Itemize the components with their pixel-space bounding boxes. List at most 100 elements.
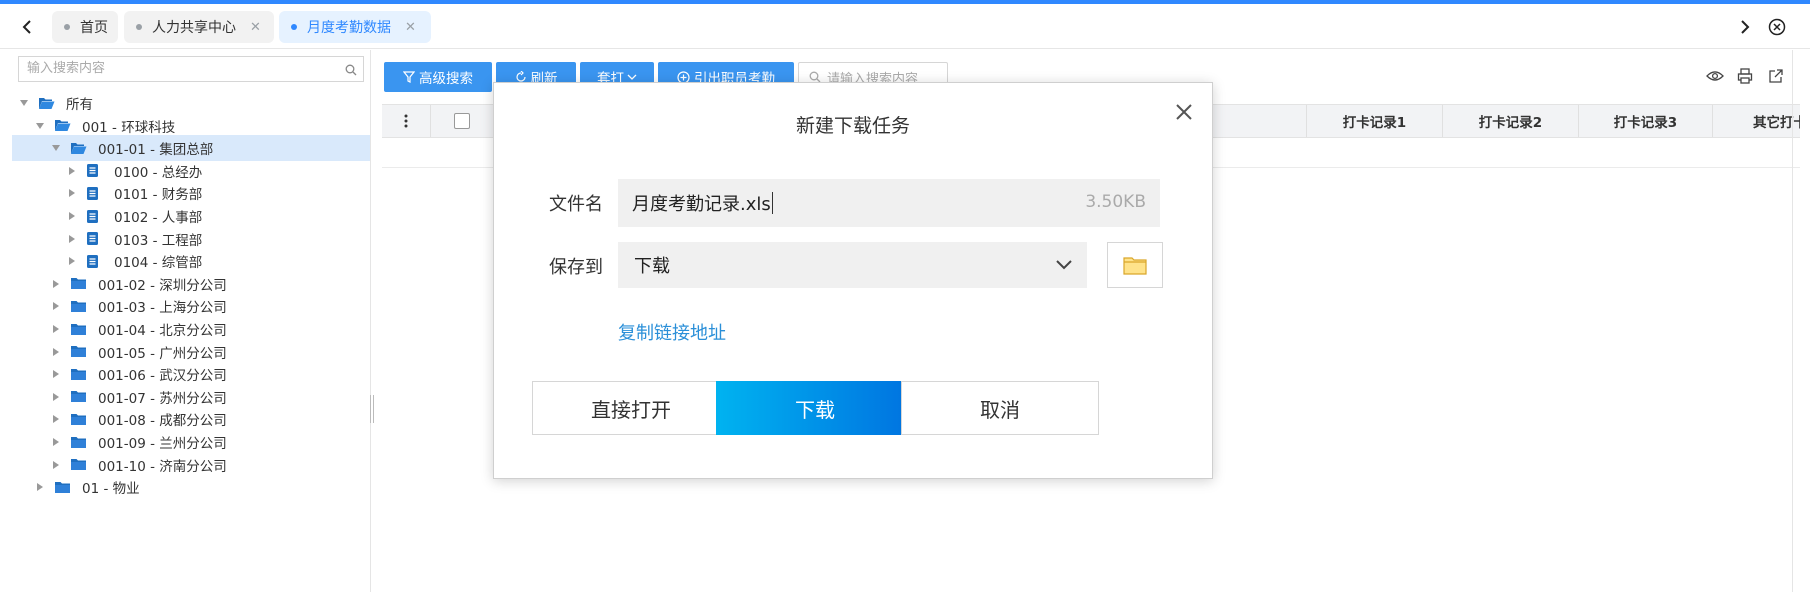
folder-icon (70, 322, 88, 336)
download-task-dialog: 新建下载任务 文件名 月度考勤记录.xls 3.50KB 保存到 下载 复制链接… (493, 82, 1213, 479)
tab-label: 人力共享中心 (152, 20, 236, 36)
folder-icon (70, 299, 88, 313)
caret-right-icon[interactable] (66, 165, 78, 177)
filename-label: 文件名 (549, 194, 603, 215)
tab-dot (136, 24, 142, 30)
tab-scroll-right-icon[interactable] (1732, 10, 1758, 44)
folder-icon (70, 277, 88, 291)
tree-node-label: 001-04 - 北京分公司 (98, 323, 227, 339)
column-header-other-punch[interactable]: 其它打卡 (1712, 105, 1800, 137)
content-border (1792, 50, 1793, 592)
folder-icon (1123, 257, 1147, 275)
tree-node[interactable]: 01 - 物业 (12, 474, 370, 500)
export-icon[interactable] (1768, 68, 1784, 88)
panel-splitter[interactable] (370, 395, 374, 423)
tree-node-label: 001-08 - 成都分公司 (98, 413, 227, 430)
caret-right-icon[interactable] (50, 436, 62, 448)
tree-node-label: 0100 - 总经办 (114, 164, 203, 181)
tab-monthly-attendance[interactable]: 月度考勤数据 ✕ (279, 11, 431, 43)
caret-right-icon[interactable] (50, 300, 62, 312)
caret-right-icon[interactable] (50, 346, 62, 358)
advanced-search-label: 高级搜索 (419, 71, 473, 87)
filename-value: 月度考勤记录.xls (632, 194, 771, 215)
caret-right-icon[interactable] (66, 233, 78, 245)
caret-right-icon[interactable] (50, 368, 62, 380)
caret-right-icon[interactable] (50, 278, 62, 290)
tab-label: 月度考勤数据 (307, 20, 391, 36)
caret-right-icon[interactable] (50, 459, 62, 471)
caret-down-icon[interactable] (50, 142, 62, 154)
tree-node-label: 001 - 环球科技 (82, 119, 176, 136)
search-icon[interactable] (345, 61, 357, 80)
download-button[interactable]: 下载 (716, 381, 914, 435)
document-icon (86, 164, 104, 178)
filename-field[interactable]: 月度考勤记录.xls 3.50KB (618, 179, 1160, 227)
folder-open-icon (70, 141, 88, 155)
caret-down-icon[interactable] (34, 120, 46, 132)
caret-down-icon[interactable] (18, 97, 30, 109)
caret-right-icon[interactable] (66, 255, 78, 267)
caret-right-icon[interactable] (66, 210, 78, 222)
saveto-select[interactable]: 下载 (618, 242, 1087, 288)
tab-home[interactable]: 首页 (52, 11, 118, 43)
select-all-checkbox[interactable] (430, 105, 492, 137)
eye-icon[interactable] (1706, 68, 1724, 87)
column-header-punch3[interactable]: 打卡记录3 (1578, 105, 1712, 137)
caret-right-icon[interactable] (50, 413, 62, 425)
tree-node-label: 001-07 - 苏州分公司 (98, 390, 227, 407)
tree-node-label: 001-03 - 上海分公司 (98, 300, 227, 317)
advanced-search-button[interactable]: 高级搜索 (384, 62, 492, 92)
org-tree-panel: 输入搜索内容 所有 001 - 环球科技 001-01 - 集团总部 0100 - 总… (12, 50, 371, 592)
tree-node-label: 所有 (66, 97, 93, 113)
folder-open-icon (38, 96, 56, 110)
browse-folder-button[interactable] (1107, 242, 1163, 288)
tree-node-label: 001-01 - 集团总部 (98, 142, 214, 159)
copy-link-address[interactable]: 复制链接地址 (618, 319, 726, 345)
tab-bar: 首页 人力共享中心 ✕ 月度考勤数据 ✕ (0, 4, 1810, 49)
tree-node-label: 001-06 - 武汉分公司 (98, 368, 227, 385)
caret-right-icon[interactable] (34, 481, 46, 493)
document-icon (86, 254, 104, 268)
caret-right-icon[interactable] (66, 187, 78, 199)
tab-dot (64, 24, 70, 30)
tab-dot (291, 24, 297, 30)
open-directly-button[interactable]: 直接打开 (532, 381, 730, 435)
document-icon (86, 209, 104, 223)
folder-icon (70, 458, 88, 472)
column-header-punch2[interactable]: 打卡记录2 (1442, 105, 1578, 137)
tab-close-icon[interactable]: ✕ (250, 20, 261, 35)
cancel-button[interactable]: 取消 (901, 381, 1099, 435)
tree-search-input[interactable]: 输入搜索内容 (18, 56, 364, 82)
caret-right-icon[interactable] (50, 391, 62, 403)
tree-node-label: 0103 - 工程部 (114, 232, 203, 249)
tab-close-icon[interactable]: ✕ (405, 20, 416, 35)
tree-node-label: 0104 - 综管部 (114, 255, 203, 272)
file-size: 3.50KB (1085, 192, 1146, 212)
tab-hr-center[interactable]: 人力共享中心 ✕ (124, 11, 274, 43)
tree-node-label: 001-10 - 济南分公司 (98, 458, 227, 475)
saveto-value: 下载 (634, 256, 670, 277)
folder-icon (70, 390, 88, 404)
tree-node-label: 0101 - 财务部 (114, 187, 203, 204)
folder-open-icon (54, 119, 72, 133)
caret-right-icon[interactable] (50, 323, 62, 335)
tree-node-label: 01 - 物业 (82, 481, 140, 498)
folder-icon (70, 345, 88, 359)
document-icon (86, 186, 104, 200)
text-cursor (771, 192, 773, 214)
tree-node-label: 001-05 - 广州分公司 (98, 345, 227, 362)
print-icon[interactable] (1737, 68, 1753, 88)
tree-node-label: 0102 - 人事部 (114, 210, 203, 226)
tab-scroll-left-icon[interactable] (14, 10, 40, 44)
close-icon[interactable] (1171, 99, 1197, 125)
folder-icon (70, 435, 88, 449)
close-all-tabs-icon[interactable] (1764, 10, 1790, 44)
column-menu-icon[interactable] (382, 105, 430, 137)
saveto-label: 保存到 (549, 257, 603, 278)
tree-node-label: 001-09 - 兰州分公司 (98, 436, 227, 452)
chevron-down-icon (1055, 256, 1073, 277)
document-icon (86, 232, 104, 246)
dialog-title: 新建下载任务 (795, 115, 910, 137)
tree-node-label: 001-02 - 深圳分公司 (98, 277, 227, 294)
column-header-punch1[interactable]: 打卡记录1 (1306, 105, 1442, 137)
